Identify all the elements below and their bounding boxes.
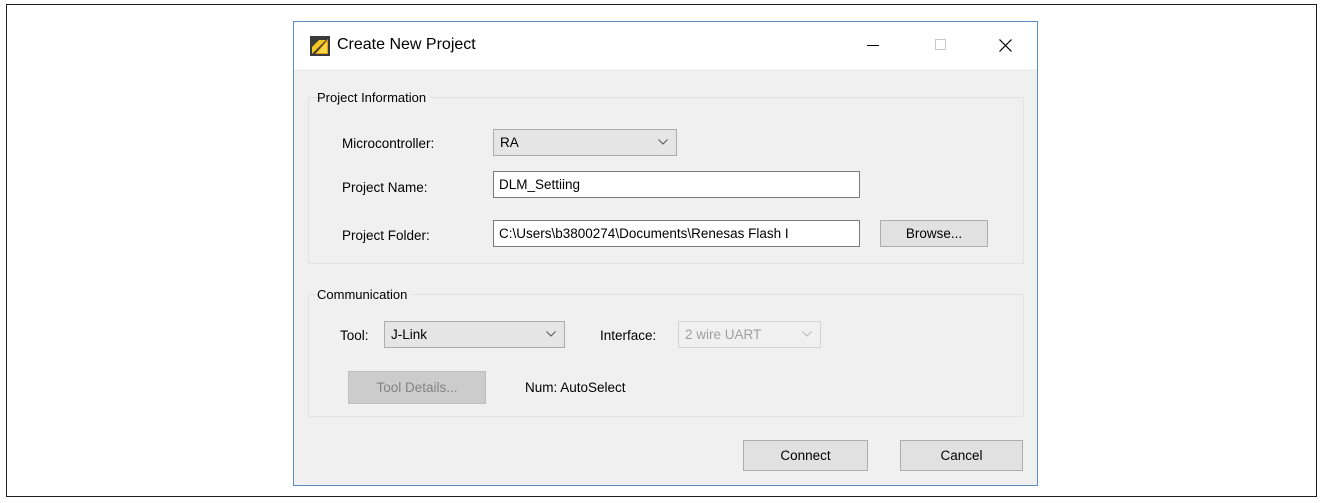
project-information-legend: Project Information — [317, 90, 431, 105]
create-new-project-dialog: Create New Project Project Information M… — [293, 21, 1038, 486]
minimize-icon — [867, 45, 879, 46]
title-bar[interactable]: Create New Project — [294, 22, 1037, 69]
tool-label: Tool: — [340, 328, 369, 343]
communication-legend: Communication — [317, 287, 412, 302]
minimize-button[interactable] — [850, 22, 896, 69]
maximize-button[interactable] — [918, 22, 964, 69]
project-name-label: Project Name: — [342, 180, 428, 195]
browse-button[interactable]: Browse... — [880, 220, 988, 247]
microcontroller-value: RA — [500, 135, 519, 150]
microcontroller-label: Microcontroller: — [342, 136, 435, 151]
microcontroller-select[interactable]: RA — [493, 129, 677, 156]
interface-select[interactable]: 2 wire UART — [678, 321, 821, 348]
project-name-value: DLM_Settiing — [499, 177, 581, 192]
cancel-button[interactable]: Cancel — [900, 440, 1023, 471]
project-name-input[interactable]: DLM_Settiing — [493, 171, 860, 198]
chevron-down-icon — [546, 331, 556, 337]
close-button[interactable] — [982, 22, 1028, 69]
connect-button[interactable]: Connect — [743, 440, 868, 471]
tool-details-button[interactable]: Tool Details... — [348, 371, 486, 404]
project-folder-value: C:\Users\b3800274\Documents\Renesas Flas… — [499, 226, 789, 241]
interface-label: Interface: — [600, 328, 657, 343]
project-folder-input[interactable]: C:\Users\b3800274\Documents\Renesas Flas… — [493, 220, 860, 247]
tool-select[interactable]: J-Link — [384, 321, 565, 348]
chevron-down-icon — [658, 139, 668, 145]
window-title: Create New Project — [337, 36, 476, 53]
renesas-flash-programmer-icon — [310, 36, 330, 56]
project-folder-label: Project Folder: — [342, 228, 430, 243]
chevron-down-icon — [802, 331, 812, 337]
num-autoselect-text: Num: AutoSelect — [525, 380, 626, 395]
close-icon — [999, 39, 1012, 52]
interface-value: 2 wire UART — [685, 327, 762, 342]
maximize-icon — [935, 39, 946, 50]
tool-value: J-Link — [391, 327, 428, 342]
